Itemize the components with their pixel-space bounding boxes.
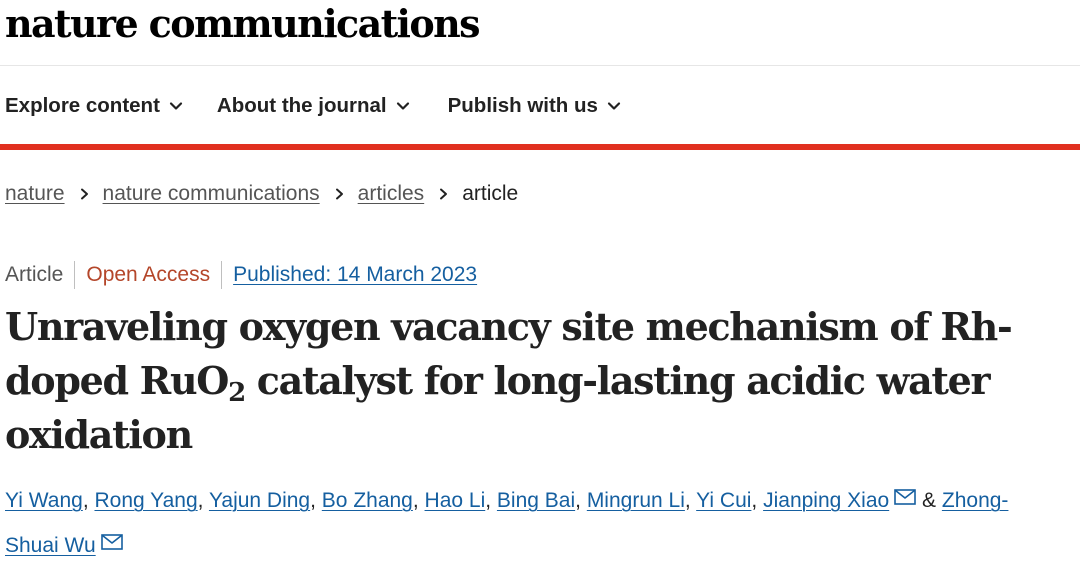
breadcrumb-nature[interactable]: nature (5, 182, 65, 206)
breadcrumb: nature nature communications articles ar… (5, 178, 518, 210)
article-meta: Article Open Access Published: 14 March … (5, 259, 477, 291)
meta-divider (74, 261, 76, 289)
accent-rule (0, 144, 1080, 150)
breadcrumb-current: article (462, 182, 519, 205)
journal-logo[interactable]: nature communications (5, 2, 481, 46)
title-line: doped RuO2 catalyst for long-lasting aci… (5, 358, 991, 408)
mail-icon[interactable] (894, 489, 916, 505)
title-line: Unraveling oxygen vacancy site mechanism… (5, 304, 1013, 349)
author-link[interactable]: Bing Bai (497, 489, 575, 512)
nav-item-label: About the journal (216, 94, 387, 117)
author-separator: , (575, 489, 587, 512)
title-line: oxidation (5, 412, 193, 457)
author-link[interactable]: Yi Wang (5, 489, 83, 512)
published-date-link[interactable]: Published: 14 March 2023 (233, 263, 477, 287)
author-link[interactable]: Hao Li (425, 489, 486, 512)
article-type: Article (5, 263, 64, 286)
author-link[interactable]: Yi Cui (696, 489, 751, 512)
open-access-badge: Open Access (86, 263, 211, 286)
header-divider (0, 65, 1080, 66)
author-link-corresponding[interactable]: Shuai Wu (5, 534, 96, 557)
nav-explore-content[interactable]: Explore content (5, 84, 183, 128)
main-nav: Explore content About the journal Publis… (0, 84, 621, 128)
author-link-corresponding[interactable]: Jianping Xiao (763, 489, 889, 512)
author-line: Shuai Wu (5, 523, 1075, 568)
subscript-2: 2 (228, 378, 246, 408)
author-separator: , (412, 489, 425, 512)
nav-item-label: Publish with us (447, 94, 598, 117)
chevron-down-icon (169, 102, 183, 110)
nav-about-journal[interactable]: About the journal (217, 84, 410, 128)
breadcrumb-articles[interactable]: articles (358, 182, 425, 206)
author-link-corresponding[interactable]: Zhong- (942, 489, 1009, 512)
article-title: Unraveling oxygen vacancy site mechanism… (5, 300, 1065, 462)
author-separator: , (684, 489, 697, 512)
chevron-down-icon (607, 102, 621, 110)
chevron-right-icon (440, 188, 448, 200)
author-link[interactable]: Bo Zhang (322, 489, 413, 512)
author-link[interactable]: Mingrun Li (587, 489, 685, 512)
chevron-right-icon (80, 188, 88, 200)
author-line: Yi Wang, Rong Yang, Yajun Ding, Bo Zhang… (5, 478, 1075, 523)
author-separator: , (197, 489, 209, 512)
nav-item-label: Explore content (5, 94, 160, 117)
author-separator: , (751, 489, 764, 512)
author-separator: , (82, 489, 95, 512)
author-link[interactable]: Yajun Ding (209, 489, 310, 512)
author-and: & (922, 489, 937, 512)
breadcrumb-nature-communications[interactable]: nature communications (103, 182, 320, 206)
chevron-right-icon (335, 188, 343, 200)
chevron-down-icon (396, 102, 409, 110)
meta-divider (221, 261, 223, 289)
mail-icon[interactable] (100, 534, 123, 550)
author-separator: , (310, 489, 322, 512)
nav-publish-with-us[interactable]: Publish with us (448, 84, 621, 128)
author-list: Yi Wang, Rong Yang, Yajun Ding, Bo Zhang… (5, 478, 1075, 568)
author-separator: , (485, 489, 497, 512)
author-link[interactable]: Rong Yang (94, 489, 197, 512)
